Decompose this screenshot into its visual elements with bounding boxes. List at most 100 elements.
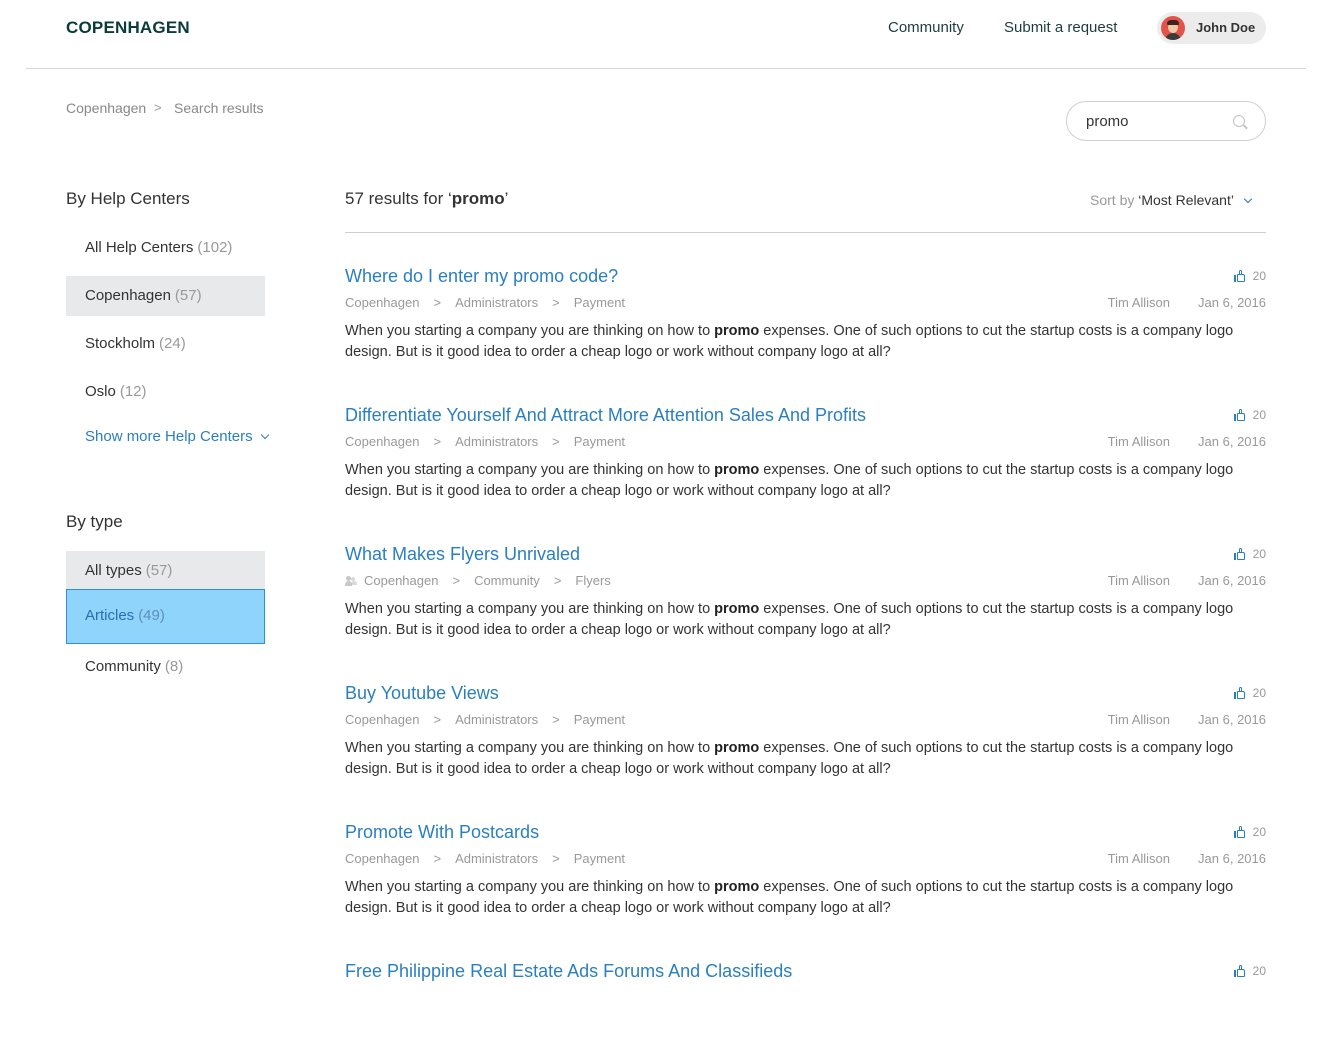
path-item[interactable]: Administrators [455,712,538,727]
path-separator: > [553,573,562,588]
path-item[interactable]: Copenhagen [345,295,419,310]
snippet-highlight: promo [714,462,760,478]
filter-copenhagen[interactable]: Copenhagen (57) [66,276,265,316]
result-votes[interactable]: 20 [1233,547,1266,561]
filter-articles[interactable]: Articles (49) [66,589,265,644]
snippet-highlight: promo [714,323,760,339]
vote-count: 20 [1252,547,1266,561]
result-author: Tim Allison [1107,295,1170,310]
search-icon[interactable] [1233,115,1245,127]
result-title-link[interactable]: What Makes Flyers Unrivaled [345,544,580,565]
result-title-link[interactable]: Promote With Postcards [345,822,539,843]
thumbs-up-icon [1233,409,1246,421]
chevron-down-icon [260,430,269,440]
result-votes[interactable]: 20 [1233,269,1266,283]
snippet-highlight: promo [714,740,760,756]
filter-oslo[interactable]: Oslo (12) [66,372,265,412]
filter-all-types[interactable]: All types (57) [66,551,265,591]
result-snippet: When you starting a company you are thin… [345,460,1266,502]
snippet-text: When you starting a company you are thin… [345,740,715,756]
result-date: Jan 6, 2016 [1198,851,1266,866]
result-path: Copenhagen > Administrators > Payment [345,851,625,866]
snippet-text: When you starting a company you are thin… [345,879,715,895]
result-author: Tim Allison [1107,434,1170,449]
chevron-down-icon [1243,194,1253,204]
path-item[interactable]: Payment [574,851,625,866]
user-menu-button[interactable]: John Doe [1157,12,1266,44]
filter-label: Oslo [85,383,116,400]
result-item: Free Philippine Real Estate Ads Forums A… [345,961,1266,1001]
filter-stockholm[interactable]: Stockholm (24) [66,324,265,364]
path-separator: > [552,434,560,449]
thumbs-up-icon [1233,687,1246,699]
result-votes[interactable]: 20 [1233,825,1266,839]
filter-community[interactable]: Community (8) [66,647,265,687]
results-count-suffix: ’ [504,189,509,208]
thumbs-up-icon [1233,270,1246,282]
result-snippet: When you starting a company you are thin… [345,738,1266,780]
path-item[interactable]: Payment [574,434,625,449]
sort-dropdown[interactable]: Sort by ‘Most Relevant’ [1090,192,1253,208]
thumbs-up-icon [1233,965,1246,977]
filter-label: Community [85,658,161,675]
result-item: Buy Youtube Views 20 Copenhagen > Administ… [345,683,1266,793]
path-item[interactable]: Administrators [455,295,538,310]
result-path: Copenhagen > Administrators > Payment [345,434,625,449]
result-title-link[interactable]: Free Philippine Real Estate Ads Forums A… [345,961,792,982]
filter-count: (24) [159,335,186,352]
path-item[interactable]: Copenhagen [345,712,419,727]
nav-submit-request-link[interactable]: Submit a request [1004,19,1117,36]
result-votes[interactable]: 20 [1233,964,1266,978]
path-separator: > [433,434,442,449]
path-separator: > [433,712,442,727]
path-item[interactable]: Community [474,573,540,588]
result-votes[interactable]: 20 [1233,408,1266,422]
filter-count: (57) [174,287,202,304]
path-item[interactable]: Copenhagen [364,573,438,588]
snippet-text: When you starting a company you are thin… [345,601,715,617]
path-separator: > [433,295,442,310]
path-item[interactable]: Payment [574,295,625,310]
show-more-help-centers-link[interactable]: Show more Help Centers [85,428,269,445]
path-separator: > [433,851,442,866]
results-query: promo [451,189,505,208]
filter-all-help-centers[interactable]: All Help Centers (102) [66,228,265,268]
filter-count: (57) [145,562,173,579]
search-box [1066,101,1266,141]
result-author: Tim Allison [1107,712,1170,727]
result-votes[interactable]: 20 [1233,686,1266,700]
result-item: Promote With Postcards 20 Copenhagen > Adm… [345,822,1266,932]
path-item[interactable]: Administrators [455,851,538,866]
header-divider [26,68,1306,69]
path-item[interactable]: Payment [574,712,625,727]
logo[interactable]: COPENHAGEN [66,18,190,38]
path-item[interactable]: Copenhagen [345,434,419,449]
path-separator: > [452,573,461,588]
path-item[interactable]: Copenhagen [345,851,419,866]
show-more-label: Show more Help Centers [85,428,253,445]
result-date: Jan 6, 2016 [1198,712,1266,727]
filter-label: Stockholm [85,335,156,352]
result-path: Copenhagen > Community > Flyers [345,573,611,588]
path-separator: > [552,851,560,866]
nav-community-link[interactable]: Community [888,19,964,36]
path-separator: > [552,295,560,310]
result-title-link[interactable]: Buy Youtube Views [345,683,499,704]
path-item[interactable]: Flyers [575,573,610,588]
vote-count: 20 [1252,964,1266,978]
result-date: Jan 6, 2016 [1198,434,1266,449]
result-title-link[interactable]: Differentiate Yourself And Attract More … [345,405,866,426]
search-input[interactable] [1086,111,1226,131]
path-item[interactable]: Administrators [455,434,538,449]
vote-count: 20 [1252,269,1266,283]
user-name: John Doe [1196,20,1256,35]
breadcrumb-current: Search results [174,100,264,116]
snippet-highlight: promo [714,601,760,617]
breadcrumb-home-link[interactable]: Copenhagen [66,100,146,116]
snippet-text: When you starting a company you are thin… [345,323,715,339]
result-title-link[interactable]: Where do I enter my promo code? [345,266,618,287]
thumbs-up-icon [1233,826,1246,838]
filter-label: All Help Centers [85,239,194,256]
result-item: Differentiate Yourself And Attract More … [345,405,1266,515]
path-separator: > [552,712,560,727]
